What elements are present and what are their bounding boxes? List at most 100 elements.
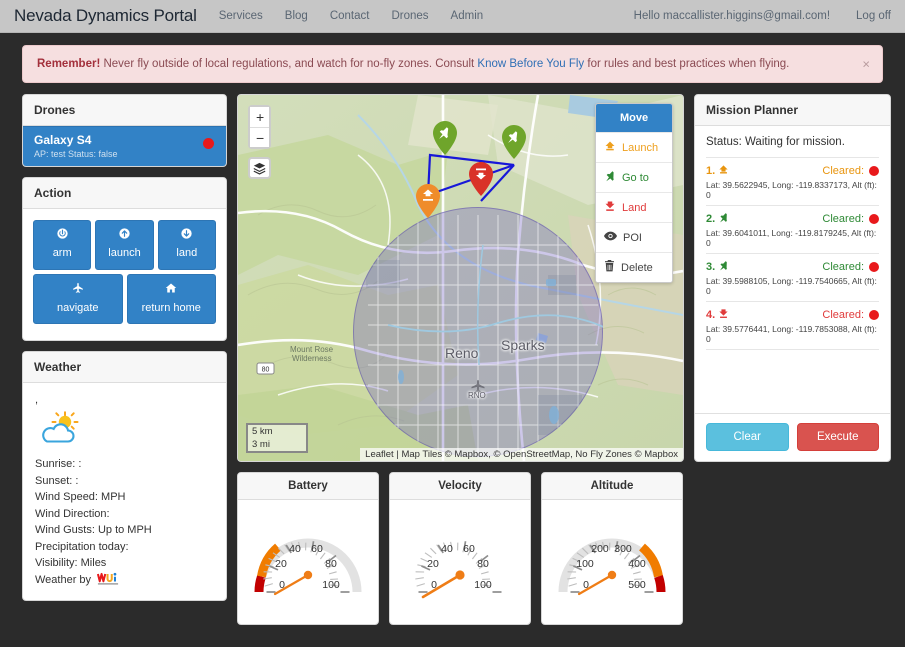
map-attribution[interactable]: Leaflet | Map Tiles © Mapbox, © OpenStre… bbox=[360, 448, 683, 461]
drone-list-item-galaxy-s4[interactable]: Galaxy S4 AP: test Status: false bbox=[23, 126, 226, 166]
mission-item-4-cleared-label: Cleared: bbox=[822, 309, 864, 321]
drones-panel: Drones Galaxy S4 AP: test Status: false bbox=[22, 94, 227, 167]
reminder-alert: Remember! Never fly outside of local reg… bbox=[22, 45, 883, 83]
tool-goto[interactable]: Go to bbox=[596, 162, 672, 192]
arrow-up-circle-icon bbox=[100, 228, 148, 244]
mission-item-1[interactable]: 1. Cleared: Lat: 39.5622945, Long: -119.… bbox=[706, 157, 879, 205]
mission-status: Status: Waiting for mission. bbox=[706, 136, 845, 148]
mission-item-3-index: 3. bbox=[706, 261, 716, 273]
gauge-battery-tick-100: 100 bbox=[322, 579, 340, 591]
zoom-out-button[interactable]: − bbox=[250, 127, 269, 147]
mission-item-1-row: 1. Cleared: bbox=[706, 164, 879, 178]
trash-icon bbox=[604, 260, 615, 275]
mission-planner-column: Mission Planner Status: Waiting for miss… bbox=[694, 94, 891, 462]
close-icon[interactable]: × bbox=[862, 58, 870, 71]
mission-planner-footer: Clear Execute bbox=[695, 413, 890, 461]
user-greeting[interactable]: Hello maccallister.higgins@gmail.com! bbox=[634, 10, 830, 22]
mission-item-2-row: 2. Cleared: bbox=[706, 212, 879, 226]
execute-button[interactable]: Execute bbox=[796, 423, 879, 451]
gauge-battery-dial: 0 20 40 60 80 100 bbox=[254, 538, 362, 596]
tool-launch[interactable]: Launch bbox=[596, 132, 672, 162]
weather-location: , bbox=[35, 394, 39, 407]
gauge-velocity-tick-60: 60 bbox=[463, 543, 475, 555]
tool-poi[interactable]: POI bbox=[596, 222, 672, 252]
nav-link-drones[interactable]: Drones bbox=[391, 10, 428, 22]
svg-text:80: 80 bbox=[262, 367, 270, 374]
return-home-button[interactable]: return home bbox=[126, 273, 216, 325]
alert-text-after: for rules and best practices when flying… bbox=[584, 58, 790, 70]
plane-icon bbox=[38, 282, 118, 299]
gauge-altitude-tick-200: 200 bbox=[591, 543, 609, 555]
map-panel[interactable]: 80 Reno Sparks RNO Mount Rose Wilderness… bbox=[237, 94, 684, 462]
gauge-velocity-body: 0 20 40 60 80 100 bbox=[390, 500, 530, 624]
alert-text-before: Never fly outside of local regulations, … bbox=[100, 58, 478, 70]
tool-launch-label: Launch bbox=[622, 141, 659, 154]
nav-link-contact[interactable]: Contact bbox=[330, 10, 370, 22]
home-icon bbox=[132, 282, 212, 299]
mission-item-4-dot bbox=[869, 310, 879, 320]
mission-item-2[interactable]: 2. Cleared: Lat: 39.6041011, Long: -119.… bbox=[706, 205, 879, 253]
mission-item-2-cleared-label: Cleared: bbox=[822, 213, 864, 225]
mission-item-1-cleared-label: Cleared: bbox=[822, 165, 864, 177]
map-column: 80 Reno Sparks RNO Mount Rose Wilderness… bbox=[237, 94, 684, 625]
tool-poi-label: POI bbox=[623, 231, 642, 244]
layers-icon[interactable] bbox=[248, 157, 271, 179]
pin-icon bbox=[718, 260, 729, 274]
know-before-you-fly-link[interactable]: Know Before You Fly bbox=[477, 58, 584, 70]
mission-item-3-coords: Lat: 39.5988105, Long: -119.7540665, Alt… bbox=[706, 276, 877, 296]
map-tool-toolbar: Move Launch Go to Land POI Delete bbox=[595, 103, 673, 283]
mission-item-4-index: 4. bbox=[706, 309, 716, 321]
drones-panel-title: Drones bbox=[23, 95, 226, 126]
drone-subtitle: AP: test Status: false bbox=[34, 149, 118, 159]
mission-item-1-index: 1. bbox=[706, 165, 716, 177]
tool-move[interactable]: Move bbox=[596, 104, 672, 132]
tool-delete-label: Delete bbox=[621, 261, 653, 274]
pin-icon bbox=[718, 212, 729, 226]
action-panel: Action arm launch land navigate return h… bbox=[22, 177, 227, 342]
status-badge bbox=[203, 138, 214, 149]
launch-button[interactable]: launch bbox=[95, 220, 154, 270]
mission-item-4[interactable]: 4. Cleared: Lat: 39.5776441, Long: -119.… bbox=[706, 301, 879, 349]
gauges-row: Battery 0 20 40 60 80 100 Velocity 0 20 … bbox=[237, 472, 684, 625]
no-fly-zone-circle bbox=[353, 207, 603, 457]
mission-item-2-status: Cleared: bbox=[822, 213, 879, 225]
action-panel-title: Action bbox=[23, 178, 226, 209]
tool-delete[interactable]: Delete bbox=[596, 252, 672, 282]
arm-button[interactable]: arm bbox=[33, 220, 92, 270]
gauge-battery-tick-40: 40 bbox=[289, 543, 301, 555]
logoff-link[interactable]: Log off bbox=[856, 10, 891, 22]
mission-item-3[interactable]: 3. Cleared: Lat: 39.5988105, Long: -119.… bbox=[706, 253, 879, 301]
mission-item-4-coords: Lat: 39.5776441, Long: -119.7853088, Alt… bbox=[706, 324, 877, 344]
mission-item-2-coords: Lat: 39.6041011, Long: -119.8179245, Alt… bbox=[706, 228, 877, 248]
nav-link-blog[interactable]: Blog bbox=[285, 10, 308, 22]
land-button-label: land bbox=[176, 246, 198, 259]
weather-precipitation: Precipitation today: bbox=[35, 540, 129, 553]
weather-visibility: Visibility: Miles bbox=[35, 557, 107, 570]
mission-list-end-divider bbox=[706, 349, 879, 350]
nav-link-admin[interactable]: Admin bbox=[451, 10, 484, 22]
weather-wind-speed: Wind Speed: MPH bbox=[35, 491, 126, 504]
gauge-battery: Battery 0 20 40 60 80 100 bbox=[237, 472, 379, 625]
gauge-velocity-tick-40: 40 bbox=[441, 543, 453, 555]
map-scale-bar: 5 km 3 mi bbox=[246, 423, 308, 453]
land-button[interactable]: land bbox=[157, 220, 216, 270]
navigate-button-label: navigate bbox=[56, 301, 99, 314]
launch-button-label: launch bbox=[108, 246, 141, 259]
tool-land-label: Land bbox=[622, 201, 647, 214]
action-button-row-1: arm launch land bbox=[33, 220, 216, 270]
scale-km: 5 km bbox=[246, 423, 308, 438]
zoom-in-button[interactable]: + bbox=[250, 107, 269, 127]
tool-land[interactable]: Land bbox=[596, 192, 672, 222]
weather-sunrise: Sunrise: : bbox=[35, 458, 82, 471]
gauge-battery-body: 0 20 40 60 80 100 bbox=[238, 500, 378, 624]
tool-goto-label: Go to bbox=[622, 171, 649, 184]
left-sidebar: Drones Galaxy S4 AP: test Status: false … bbox=[22, 94, 227, 611]
navigate-button[interactable]: navigate bbox=[33, 273, 123, 325]
mission-item-1-dot bbox=[869, 166, 879, 176]
mission-item-3-row: 3. Cleared: bbox=[706, 260, 879, 274]
clear-button[interactable]: Clear bbox=[706, 423, 789, 451]
wunderground-logo[interactable] bbox=[97, 572, 119, 586]
nav-link-services[interactable]: Services bbox=[219, 10, 263, 22]
action-button-row-2: navigate return home bbox=[33, 273, 216, 325]
gauge-battery-tick-20: 20 bbox=[275, 558, 287, 570]
